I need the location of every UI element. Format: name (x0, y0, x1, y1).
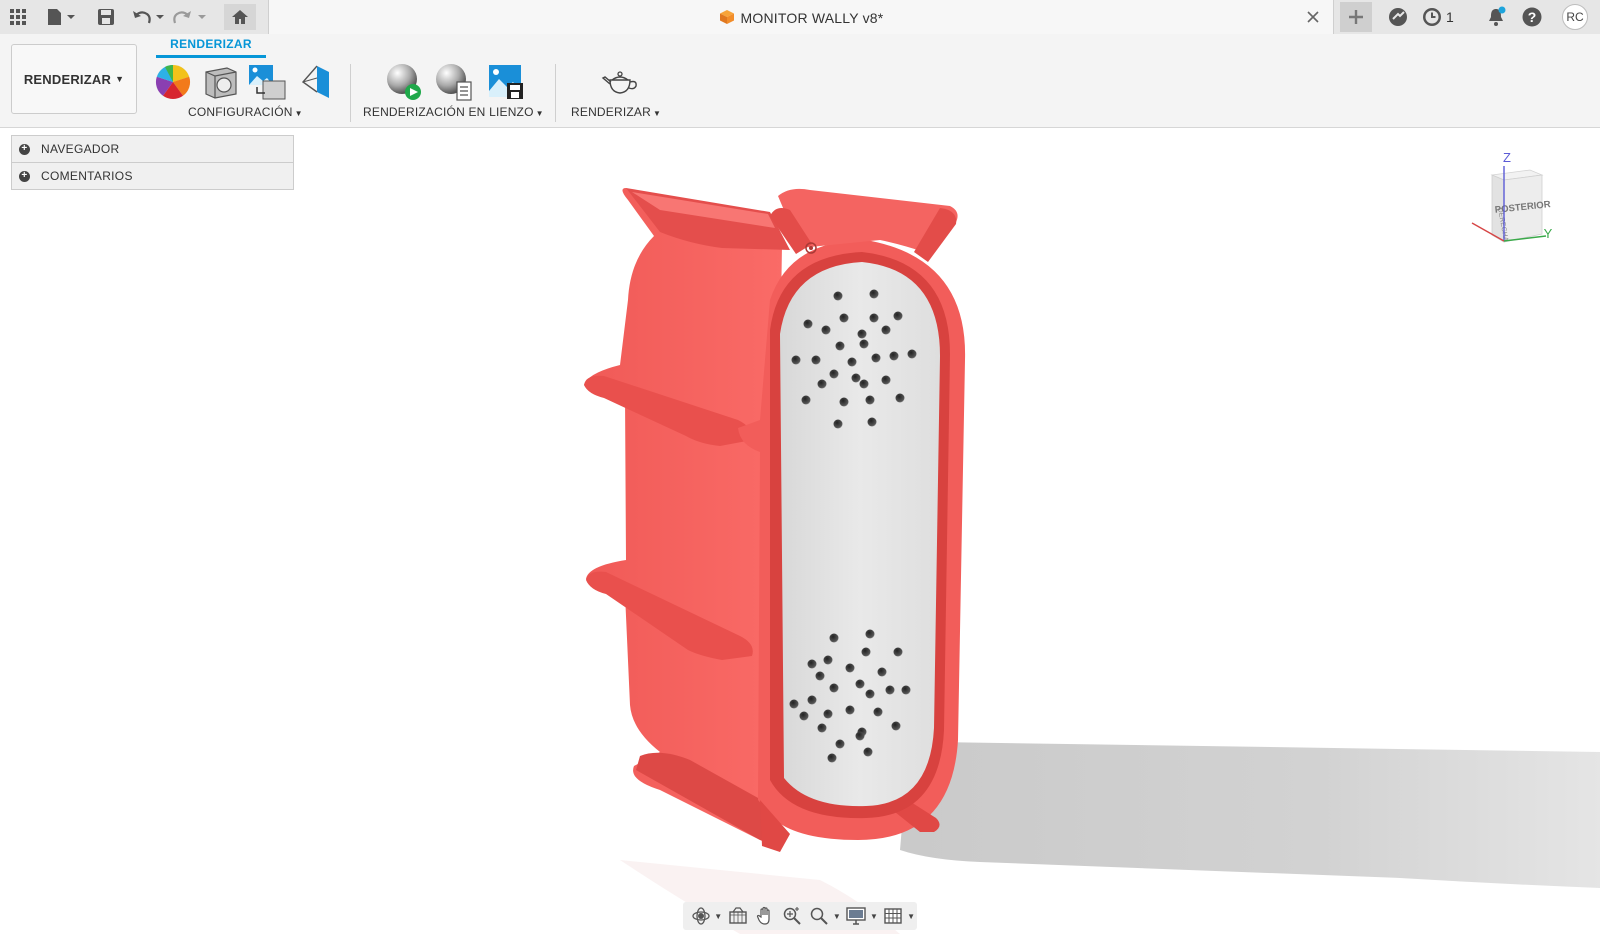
ribbon-separator (350, 64, 351, 122)
physical-material-icon[interactable] (201, 62, 241, 102)
home-icon[interactable] (224, 4, 256, 30)
caret-down-icon: ▼ (115, 74, 125, 84)
group-lienzo-label: RENDERIZACIÓN EN LIENZO (363, 105, 534, 119)
group-configuracion-label: CONFIGURACIÓN (188, 105, 293, 119)
axis-y-label: Y (1544, 226, 1553, 241)
orbit-icon[interactable] (687, 904, 714, 928)
toolbar-ribbon: RENDERIZAR ▼ RENDERIZAR CONFIGURACIÓN ▼ … (0, 34, 1600, 128)
active-tab-indicator (156, 55, 266, 58)
app-grid-icon[interactable] (6, 4, 30, 30)
scene-settings-icon[interactable] (247, 62, 287, 102)
help-icon[interactable]: ? (1520, 4, 1544, 30)
notifications-icon[interactable] (1484, 4, 1508, 30)
look-at-icon[interactable] (724, 904, 751, 928)
texture-map-icon[interactable] (296, 62, 336, 102)
pan-icon[interactable] (751, 904, 778, 928)
extensions-icon[interactable] (1384, 4, 1412, 30)
document-tab[interactable]: MONITOR WALLY v8* (268, 0, 1334, 34)
caret-down-icon[interactable]: ▼ (714, 912, 722, 921)
file-menu-icon[interactable] (44, 4, 78, 30)
caret-down-icon: ▼ (653, 109, 662, 118)
caret-down-icon: ▼ (294, 109, 303, 118)
job-count: 1 (1446, 9, 1454, 25)
save-icon[interactable] (94, 4, 118, 30)
capture-image-icon[interactable] (486, 62, 526, 102)
close-tab-icon[interactable] (1303, 7, 1323, 27)
user-avatar[interactable]: RC (1562, 4, 1588, 30)
in-canvas-render-icon[interactable] (384, 62, 424, 102)
document-title: MONITOR WALLY v8* (740, 10, 884, 26)
axis-z-label: Z (1503, 150, 1511, 165)
app-bar: MONITOR WALLY v8* 1 ? RC (0, 0, 1600, 34)
ribbon-separator (555, 64, 556, 122)
in-canvas-settings-icon[interactable] (434, 62, 474, 102)
monitor-model[interactable] (584, 188, 966, 852)
appearance-icon[interactable] (153, 62, 193, 102)
navigation-toolbar: ▼ ▼ ▼ ▼ (683, 902, 917, 930)
grid-settings-icon[interactable] (880, 904, 907, 928)
caret-down-icon[interactable]: ▼ (870, 912, 878, 921)
undo-icon[interactable] (130, 4, 166, 30)
svg-text:?: ? (1528, 9, 1537, 25)
render-teapot-icon[interactable] (600, 62, 640, 102)
new-tab-button[interactable] (1340, 2, 1372, 32)
document-cube-icon (719, 9, 735, 28)
view-cube[interactable]: DERECHA POSTERIOR Z X Y (1460, 148, 1590, 248)
group-configuracion[interactable]: CONFIGURACIÓN ▼ (188, 105, 303, 119)
group-renderizacion-lienzo[interactable]: RENDERIZACIÓN EN LIENZO ▼ (363, 105, 544, 119)
zoom-window-icon[interactable] (778, 904, 805, 928)
workspace-switcher[interactable]: RENDERIZAR ▼ (11, 44, 137, 114)
caret-down-icon[interactable]: ▼ (907, 912, 915, 921)
plus-icon (1349, 10, 1363, 24)
tab-renderizar[interactable]: RENDERIZAR (156, 37, 266, 51)
caret-down-icon[interactable]: ▼ (833, 912, 841, 921)
zoom-icon[interactable] (806, 904, 833, 928)
group-renderizar[interactable]: RENDERIZAR ▼ (571, 105, 661, 119)
canvas-viewport[interactable] (0, 128, 1600, 934)
caret-down-icon: ▼ (535, 109, 544, 118)
display-settings-icon[interactable] (843, 904, 870, 928)
redo-icon[interactable] (172, 4, 208, 30)
workspace-label: RENDERIZAR (23, 71, 112, 87)
job-status-icon[interactable] (1420, 4, 1444, 30)
document-title-wrap: MONITOR WALLY v8* (269, 9, 1333, 28)
group-renderizar-label: RENDERIZAR (571, 105, 652, 119)
